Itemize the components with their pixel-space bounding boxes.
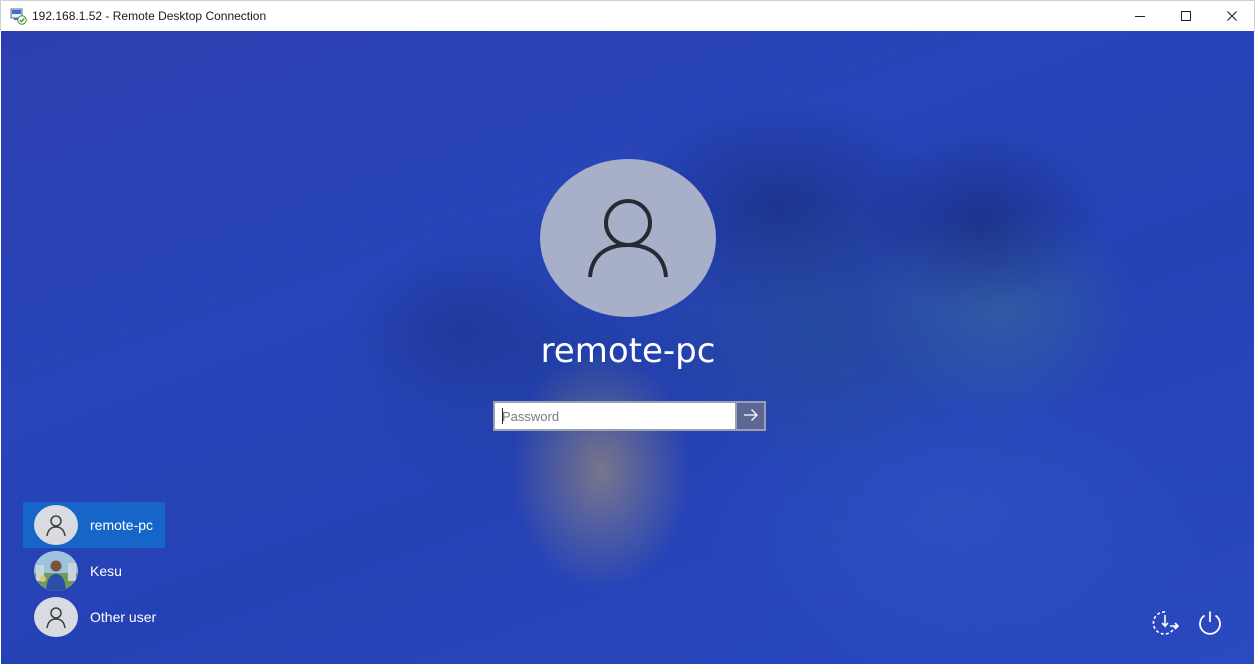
- minimize-button[interactable]: [1117, 1, 1163, 32]
- close-icon: [1226, 7, 1238, 26]
- password-box[interactable]: [493, 401, 766, 431]
- password-input[interactable]: [495, 403, 735, 429]
- accessibility-button[interactable]: [1149, 609, 1181, 641]
- text-caret: [502, 408, 503, 424]
- user-icon: [583, 191, 673, 285]
- user-icon: [34, 505, 78, 545]
- arrow-right-icon: [743, 407, 759, 426]
- minimize-icon: [1134, 7, 1146, 26]
- user-item-label: remote-pc: [90, 517, 154, 533]
- user-name: remote-pc: [540, 331, 716, 371]
- remote-desktop-icon[interactable]: [10, 8, 27, 25]
- submit-button[interactable]: [735, 401, 766, 431]
- power-button[interactable]: [1194, 609, 1226, 641]
- remote-desktop-view[interactable]: remote-pc remote-pc Kesu Other user: [1, 31, 1254, 664]
- accessibility-icon: [1150, 609, 1180, 641]
- user-avatar-large: [540, 159, 716, 317]
- maximize-button[interactable]: [1163, 1, 1209, 32]
- user-item-remote-pc[interactable]: remote-pc: [23, 502, 165, 548]
- power-icon: [1196, 609, 1224, 641]
- close-button[interactable]: [1209, 1, 1255, 32]
- title-bar[interactable]: 192.168.1.52 - Remote Desktop Connection: [0, 0, 1255, 31]
- user-item-other-user[interactable]: Other user: [23, 594, 165, 640]
- user-item-label: Kesu: [90, 563, 122, 579]
- maximize-icon: [1180, 7, 1192, 26]
- user-icon: [34, 597, 78, 637]
- user-item-kesu[interactable]: Kesu: [23, 548, 165, 594]
- window-title: 192.168.1.52 - Remote Desktop Connection: [32, 9, 267, 23]
- user-item-label: Other user: [90, 609, 157, 625]
- photo-avatar: [34, 551, 78, 591]
